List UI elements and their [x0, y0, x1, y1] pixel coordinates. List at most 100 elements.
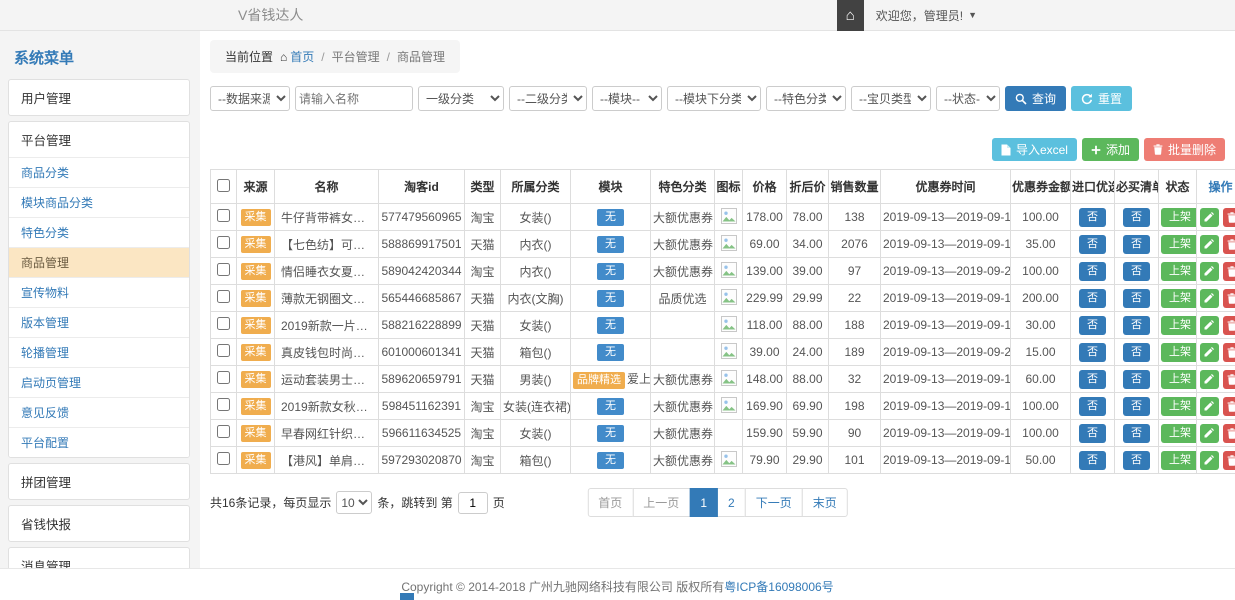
edit-button[interactable] [1200, 289, 1219, 308]
page-button[interactable]: 首页 [587, 488, 633, 517]
bulk-delete-button[interactable]: 批量删除 [1144, 138, 1225, 161]
status-button[interactable]: 上架 [1161, 451, 1197, 470]
row-checkbox[interactable] [217, 317, 230, 330]
filter-select[interactable]: --模块-- [592, 86, 662, 111]
must-buy-button[interactable]: 否 [1123, 397, 1150, 416]
status-button[interactable]: 上架 [1161, 424, 1197, 443]
sidebar-item[interactable]: 启动页管理 [9, 367, 189, 397]
sidebar-item[interactable]: 用户管理 [9, 80, 189, 115]
row-checkbox[interactable] [217, 452, 230, 465]
reset-button[interactable]: 重置 [1071, 86, 1132, 111]
sidebar-item[interactable]: 省钱快报 [9, 506, 189, 541]
home-button[interactable]: ⌂ [837, 0, 864, 31]
edit-button[interactable] [1200, 235, 1219, 254]
must-buy-button[interactable]: 否 [1123, 208, 1150, 227]
import-select-button[interactable]: 否 [1079, 316, 1106, 335]
import-select-button[interactable]: 否 [1079, 424, 1106, 443]
delete-button[interactable] [1223, 424, 1235, 443]
must-buy-button[interactable]: 否 [1123, 451, 1150, 470]
import-select-button[interactable]: 否 [1079, 370, 1106, 389]
delete-button[interactable] [1223, 451, 1235, 470]
filter-select[interactable]: --特色分类-- [766, 86, 846, 111]
sidebar-item[interactable]: 版本管理 [9, 307, 189, 337]
import-excel-button[interactable]: 导入excel [992, 138, 1077, 161]
page-button[interactable]: 上一页 [632, 488, 690, 517]
add-button[interactable]: 添加 [1082, 138, 1139, 161]
page-button[interactable]: 末页 [802, 488, 848, 517]
sidebar-item[interactable]: 宣传物料 [9, 277, 189, 307]
name-search-input[interactable] [295, 86, 413, 111]
page-button[interactable]: 2 [717, 488, 746, 517]
row-checkbox[interactable] [217, 344, 230, 357]
page-button[interactable]: 下一页 [745, 488, 803, 517]
sidebar-item[interactable]: 模块商品分类 [9, 187, 189, 217]
sidebar-item[interactable]: 商品管理 [9, 247, 189, 277]
status-button[interactable]: 上架 [1161, 289, 1197, 308]
import-select-button[interactable]: 否 [1079, 343, 1106, 362]
sidebar-item[interactable]: 消息管理 [9, 548, 189, 568]
select-all-checkbox[interactable] [217, 179, 230, 192]
must-buy-button[interactable]: 否 [1123, 343, 1150, 362]
row-checkbox[interactable] [217, 263, 230, 276]
filter-select[interactable]: --二级分类-- [509, 86, 587, 111]
edit-button[interactable] [1200, 397, 1219, 416]
page-jump-input[interactable] [458, 492, 488, 514]
import-select-button[interactable]: 否 [1079, 208, 1106, 227]
status-button[interactable]: 上架 [1161, 397, 1197, 416]
status-button[interactable]: 上架 [1161, 208, 1197, 227]
row-checkbox[interactable] [217, 236, 230, 249]
import-select-button[interactable]: 否 [1079, 235, 1106, 254]
delete-button[interactable] [1223, 208, 1235, 227]
breadcrumb-home-link[interactable]: 首页 [290, 50, 314, 64]
row-checkbox[interactable] [217, 209, 230, 222]
delete-button[interactable] [1223, 235, 1235, 254]
import-select-button[interactable]: 否 [1079, 289, 1106, 308]
row-checkbox[interactable] [217, 425, 230, 438]
row-checkbox[interactable] [217, 290, 230, 303]
user-menu[interactable]: 欢迎您，管理员! ▼ [864, 0, 989, 30]
sidebar-item[interactable]: 平台配置 [9, 427, 189, 457]
import-select-button[interactable]: 否 [1079, 397, 1106, 416]
edit-button[interactable] [1200, 208, 1219, 227]
sidebar-item[interactable]: 特色分类 [9, 217, 189, 247]
edit-button[interactable] [1200, 316, 1219, 335]
status-button[interactable]: 上架 [1161, 370, 1197, 389]
must-buy-button[interactable]: 否 [1123, 424, 1150, 443]
status-button[interactable]: 上架 [1161, 343, 1197, 362]
filter-select[interactable]: --宝贝类型-- [851, 86, 931, 111]
status-button[interactable]: 上架 [1161, 316, 1197, 335]
status-button[interactable]: 上架 [1161, 235, 1197, 254]
edit-button[interactable] [1200, 262, 1219, 281]
must-buy-button[interactable]: 否 [1123, 289, 1150, 308]
icp-link[interactable]: 粤ICP备16098006号 [724, 580, 833, 594]
must-buy-button[interactable]: 否 [1123, 316, 1150, 335]
import-select-button[interactable]: 否 [1079, 451, 1106, 470]
filter-select[interactable]: --状态-- [936, 86, 1000, 111]
sidebar-item[interactable]: 意见反馈 [9, 397, 189, 427]
edit-button[interactable] [1200, 424, 1219, 443]
filter-select[interactable]: --数据来源-- [210, 86, 290, 111]
must-buy-button[interactable]: 否 [1123, 262, 1150, 281]
delete-button[interactable] [1223, 397, 1235, 416]
delete-button[interactable] [1223, 343, 1235, 362]
sidebar-item[interactable]: 商品分类 [9, 157, 189, 187]
must-buy-button[interactable]: 否 [1123, 370, 1150, 389]
must-buy-button[interactable]: 否 [1123, 235, 1150, 254]
page-size-select[interactable]: 10 [336, 491, 372, 514]
filter-select[interactable]: 一级分类 [418, 86, 504, 111]
row-checkbox[interactable] [217, 398, 230, 411]
status-button[interactable]: 上架 [1161, 262, 1197, 281]
edit-button[interactable] [1200, 343, 1219, 362]
delete-button[interactable] [1223, 316, 1235, 335]
row-checkbox[interactable] [217, 371, 230, 384]
search-button[interactable]: 查询 [1005, 86, 1066, 111]
import-select-button[interactable]: 否 [1079, 262, 1106, 281]
filter-select[interactable]: --模块下分类-- [667, 86, 761, 111]
sidebar-item[interactable]: 拼团管理 [9, 464, 189, 499]
delete-button[interactable] [1223, 370, 1235, 389]
page-button[interactable]: 1 [689, 488, 718, 517]
sidebar-item[interactable]: 轮播管理 [9, 337, 189, 367]
edit-button[interactable] [1200, 451, 1219, 470]
delete-button[interactable] [1223, 262, 1235, 281]
sidebar-item[interactable]: 平台管理 [9, 122, 189, 157]
